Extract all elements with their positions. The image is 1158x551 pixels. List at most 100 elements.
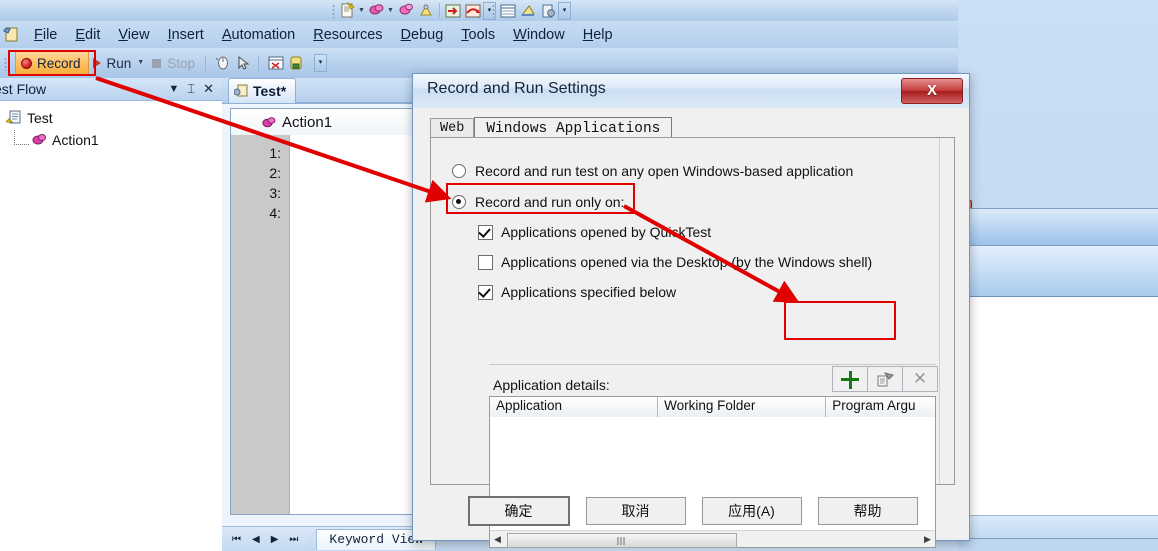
checkbox-specified-below-label: Applications specified below: [501, 284, 677, 300]
radio-record-and-run-only-on[interactable]: Record and run only on:: [452, 194, 624, 210]
line-number-gutter: 1: 2: 3: 4:: [231, 135, 290, 514]
data-table-toolbar-icon[interactable]: [267, 54, 285, 72]
play-icon[interactable]: [92, 58, 101, 68]
document-tab-icon: [233, 84, 249, 99]
close-icon[interactable]: X: [901, 78, 963, 104]
tree-item-test[interactable]: Test: [4, 107, 222, 129]
action-icon: [31, 132, 48, 148]
checkpoint-icon[interactable]: [417, 2, 435, 20]
radio-any-open-label: Record and run test on any open Windows-…: [475, 163, 854, 179]
scroll-thumb[interactable]: [507, 532, 737, 548]
grid-horizontal-scrollbar[interactable]: ◀ ▶: [490, 530, 935, 548]
pane-scroll-gutter: [939, 138, 954, 484]
right-panel-header-bottom: [965, 246, 1158, 297]
radio-any-open-windows-app[interactable]: Record and run test on any open Windows-…: [452, 163, 853, 179]
last-page-icon[interactable]: ⏭: [289, 534, 298, 545]
tab-web[interactable]: Web: [430, 118, 475, 138]
scroll-track[interactable]: [505, 531, 920, 548]
toolbar-overflow-icon-2[interactable]: ▾: [558, 1, 571, 20]
new-test-icon[interactable]: [339, 1, 357, 20]
toolbar-grip-2[interactable]: [491, 3, 496, 18]
toolbar-grip[interactable]: [331, 3, 336, 18]
menu-item-view[interactable]: View: [109, 25, 158, 45]
menu-item-automation[interactable]: Automation: [213, 25, 304, 45]
new-test-dropdown-icon[interactable]: ▼: [358, 2, 365, 20]
close-x-icon: ✕: [912, 369, 928, 388]
record-and-run-settings-dialog: Record and Run Settings X Web Windows Ap…: [412, 73, 970, 548]
menu-item-insert[interactable]: Insert: [159, 25, 213, 45]
radio-icon-only-on: [452, 195, 466, 209]
record-toolbar-grip[interactable]: [3, 55, 8, 71]
record-button[interactable]: Record: [15, 51, 89, 75]
object-repository-dropdown-icon[interactable]: ▼: [387, 2, 394, 20]
keyword-view-tab-label: Keyword View: [329, 532, 424, 547]
menu-item-resources[interactable]: Resources: [304, 25, 391, 45]
tree-item-test-label: Test: [27, 110, 53, 126]
checkbox-apps-opened-by-quicktest[interactable]: Applications opened by QuickTest: [478, 224, 711, 240]
application-icon: [3, 26, 20, 43]
menu-item-file-rest: ile: [42, 26, 58, 43]
line-number: 1:: [269, 145, 281, 161]
ok-button[interactable]: 确定: [467, 496, 570, 526]
data-table-icon[interactable]: [499, 2, 517, 20]
menu-item-help[interactable]: Help: [574, 25, 622, 45]
panel-pin-icon[interactable]: ⌶: [187, 81, 195, 97]
tree-connector: [14, 129, 29, 145]
tree-item-action1-label: Action1: [52, 132, 99, 148]
object-repository-icon[interactable]: [368, 2, 386, 20]
menu-item-tools[interactable]: Tools: [452, 25, 504, 45]
object-spy-icon[interactable]: [397, 2, 415, 20]
action-header-label: Action1: [282, 113, 333, 131]
menu-item-edit[interactable]: Edit: [66, 25, 109, 45]
apply-button[interactable]: 应用(A): [701, 497, 802, 525]
dialog-title-bar[interactable]: Record and Run Settings X: [413, 74, 969, 109]
dialog-body: Web Windows Applications Record and run …: [413, 108, 969, 548]
step-into-icon[interactable]: [444, 2, 462, 20]
stop-button-label: Stop: [167, 55, 196, 71]
previous-page-icon[interactable]: ◀: [252, 534, 260, 545]
test-flow-tree: Test Action1: [0, 101, 222, 151]
add-application-button[interactable]: [832, 366, 868, 392]
checkbox-apps-opened-via-desktop[interactable]: Applications opened via the Desktop (by …: [478, 254, 872, 270]
checkbox-icon-opened-via-desktop: [478, 254, 493, 270]
run-dropdown-icon[interactable]: ▼: [137, 54, 144, 72]
run-button-label[interactable]: Run: [107, 56, 132, 71]
right-panel-header-top: [965, 209, 1158, 246]
menu-item-window[interactable]: Window: [504, 25, 574, 45]
next-page-icon[interactable]: ▶: [271, 534, 279, 545]
panel-dropdown-icon[interactable]: ▼: [168, 83, 179, 95]
active-screen-icon[interactable]: [287, 54, 305, 72]
first-page-icon[interactable]: ⏮: [232, 534, 241, 545]
test-settings-icon[interactable]: [539, 2, 557, 20]
menu-item-debug[interactable]: Debug: [392, 25, 453, 45]
results-icon[interactable]: [519, 2, 537, 20]
copy-icon: [877, 371, 894, 387]
step-over-icon[interactable]: [464, 2, 482, 20]
line-number: 3:: [269, 185, 281, 201]
low-level-record-icon[interactable]: [214, 54, 232, 72]
panel-close-icon[interactable]: ✕: [203, 81, 214, 97]
copy-application-button[interactable]: [868, 366, 903, 392]
help-button[interactable]: 帮助: [817, 497, 918, 525]
scroll-thumb-grip-icon: [617, 536, 627, 545]
application-detail-buttons: ✕: [832, 366, 938, 392]
document-tab-label: Test*: [253, 83, 287, 99]
scroll-left-icon[interactable]: ◀: [490, 532, 505, 547]
tab-windows-applications[interactable]: Windows Applications: [474, 117, 673, 139]
grid-header-row: Application Working Folder Program Argu: [490, 397, 935, 418]
grid-header-application[interactable]: Application: [490, 397, 659, 417]
windows-applications-pane: Record and run test on any open Windows-…: [430, 137, 955, 548]
cancel-button[interactable]: 取消: [585, 497, 686, 525]
tab-web-label: Web: [440, 121, 465, 136]
delete-application-button[interactable]: ✕: [903, 366, 938, 392]
scroll-right-icon[interactable]: ▶: [920, 532, 935, 547]
analog-record-icon[interactable]: [234, 54, 252, 72]
checkbox-apps-specified-below[interactable]: Applications specified below: [478, 284, 676, 300]
document-tab-test[interactable]: Test*: [228, 78, 297, 103]
menu-item-file[interactable]: File: [25, 25, 66, 45]
record-toolbar-overflow-icon[interactable]: ▾: [314, 54, 328, 72]
grid-header-program-arguments[interactable]: Program Argu: [826, 397, 935, 417]
grid-header-working-folder[interactable]: Working Folder: [658, 397, 827, 417]
tree-item-action1[interactable]: Action1: [6, 129, 222, 151]
right-panel-body[interactable]: [965, 297, 1158, 514]
